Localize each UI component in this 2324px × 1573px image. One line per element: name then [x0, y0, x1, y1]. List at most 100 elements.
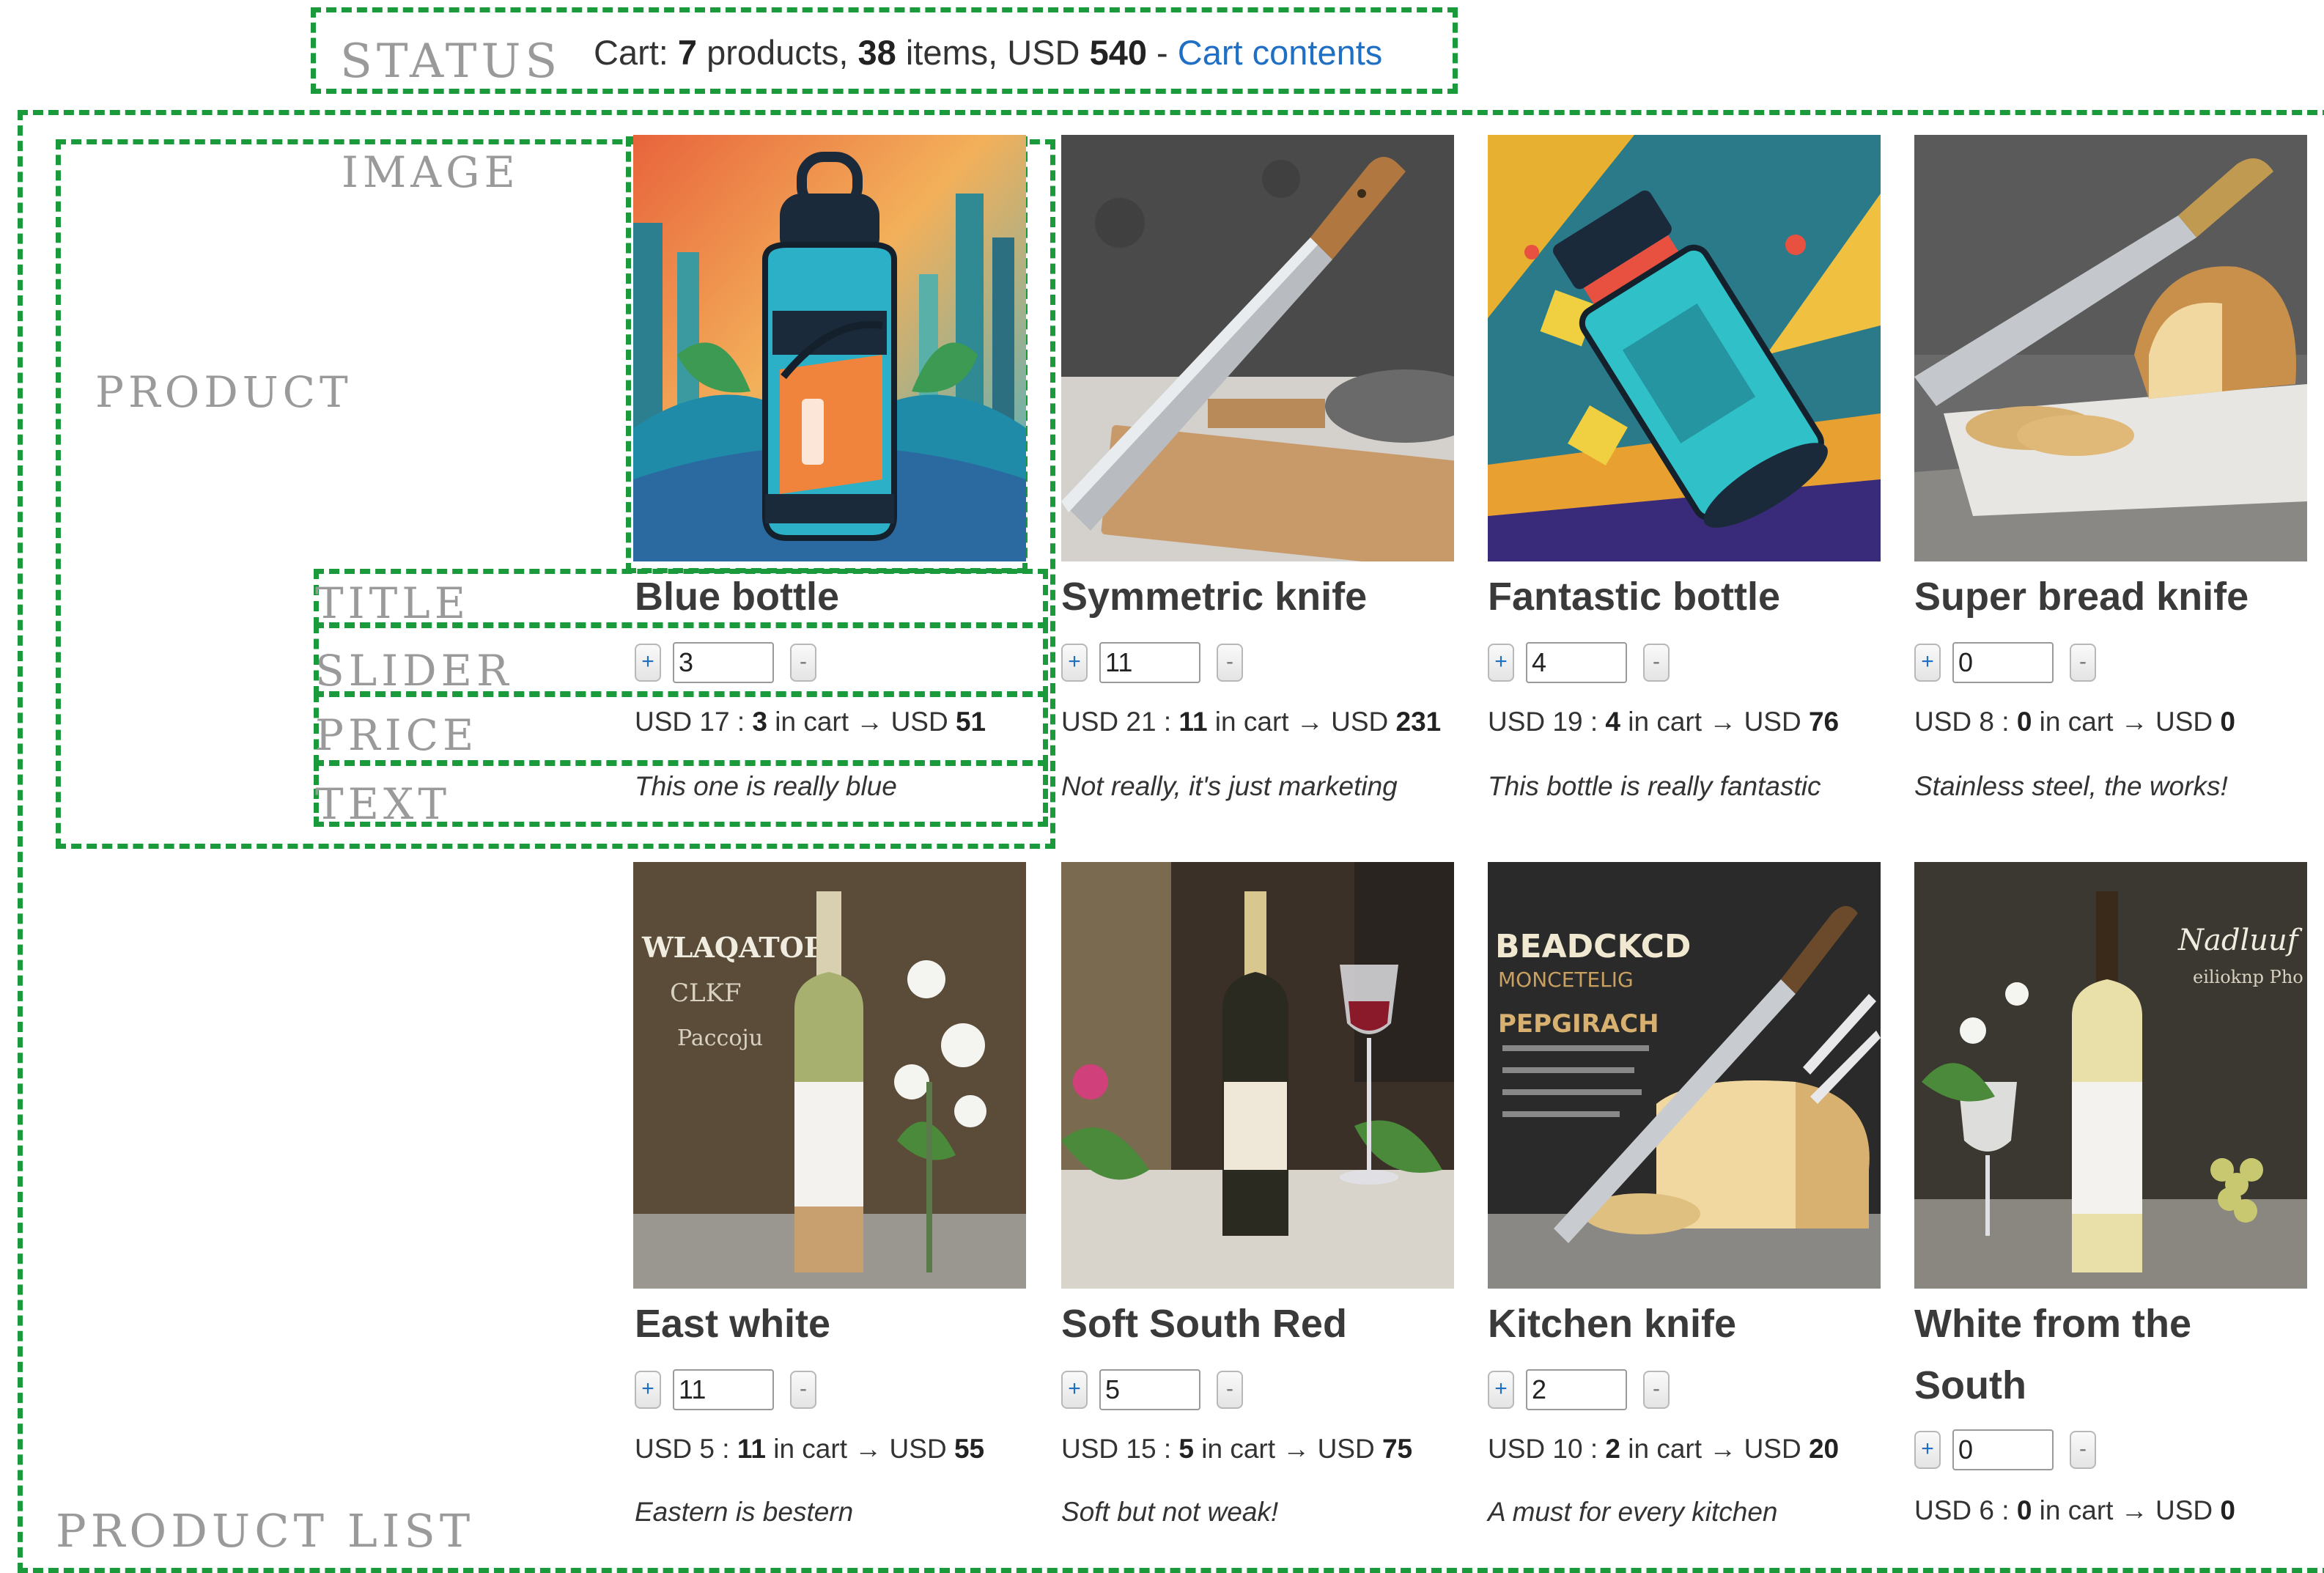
quantity-stepper: + 11 - — [635, 1368, 816, 1412]
unit-price: USD 5 : — [635, 1434, 737, 1464]
price-label: PRICE — [315, 710, 479, 760]
in-cart-count: 3 — [752, 707, 767, 737]
unit-price: USD 10 : — [1488, 1434, 1606, 1464]
status-items-label: items, USD — [896, 33, 1090, 72]
status-total: 540 — [1089, 33, 1147, 72]
increase-quantity-button[interactable]: + — [635, 1371, 661, 1409]
decrease-quantity-button[interactable]: - — [790, 644, 816, 682]
product-image: Nadluuf eilioknp Pho — [1914, 862, 2307, 1289]
quantity-stepper: + 11 - — [1061, 641, 1243, 685]
quantity-stepper: + 2 - — [1488, 1368, 1670, 1412]
product-description: Eastern is bestern — [635, 1497, 854, 1527]
unit-price: USD 21 : — [1061, 707, 1179, 737]
decrease-quantity-button[interactable]: - — [2070, 1431, 2096, 1469]
decrease-quantity-button[interactable]: - — [1217, 644, 1243, 682]
product-image: WLAQATOP CLKF Paccoju — [633, 862, 1026, 1289]
in-cart-count: 5 — [1178, 1434, 1194, 1464]
unit-price: USD 15 : — [1061, 1434, 1179, 1464]
cart-status: Cart: 7 products, 38 items, USD 540 - Ca… — [594, 32, 1382, 73]
product-description: Not really, it's just marketing — [1061, 771, 1398, 801]
kitchen-poster-text-2: MONCETELIG — [1498, 968, 1634, 992]
cart-contents-link[interactable]: Cart contents — [1178, 33, 1383, 72]
quantity-input[interactable]: 0 — [1952, 1429, 2054, 1470]
quantity-stepper: + 0 - — [1914, 641, 2096, 685]
quantity-stepper: + 3 - — [635, 641, 816, 685]
product-title: White from the South — [1914, 1293, 2191, 1416]
status-prefix: Cart: — [594, 33, 678, 72]
product-title-line-2: South — [1914, 1363, 2026, 1407]
status-separator: - — [1146, 33, 1178, 72]
in-cart-label: in cart → USD — [1620, 1434, 1809, 1464]
quantity-stepper: + 0 - — [1914, 1428, 2096, 1472]
product-title: Fantastic bottle — [1488, 575, 1781, 619]
product-image — [1061, 862, 1454, 1289]
line-total: 76 — [1808, 707, 1840, 737]
product-label: PRODUCT — [95, 367, 353, 417]
price-line: USD 10 : 2 in cart → USD 20 — [1488, 1434, 1839, 1465]
in-cart-label: in cart → USD — [1207, 707, 1396, 737]
price-line: USD 17 : 3 in cart → USD 51 — [635, 707, 986, 737]
status-products-count: 7 — [677, 33, 698, 72]
white-south-poster-text-2: eilioknp Pho — [2193, 967, 2303, 987]
kitchen-poster-text-3: PEPGIRACH — [1498, 1009, 1659, 1039]
image-label: IMAGE — [342, 147, 520, 197]
quantity-input[interactable]: 0 — [1952, 642, 2054, 683]
increase-quantity-button[interactable]: + — [1061, 644, 1088, 682]
kitchen-poster-text-1: BEADCKCD — [1495, 928, 1691, 965]
product-title: Super bread knife — [1914, 575, 2249, 619]
decrease-quantity-button[interactable]: - — [1643, 1371, 1670, 1409]
in-cart-label: in cart → USD — [1193, 1434, 1382, 1464]
status-products-label: products, — [697, 33, 858, 72]
quantity-input[interactable]: 4 — [1526, 642, 1627, 683]
slider-label: SLIDER — [315, 646, 513, 696]
decrease-quantity-button[interactable]: - — [790, 1371, 816, 1409]
product-image — [1914, 135, 2307, 561]
product-image: BEADCKCD MONCETELIG PEPGIRACH — [1488, 862, 1881, 1289]
status-items-count: 38 — [857, 33, 896, 72]
price-line: USD 8 : 0 in cart → USD 0 — [1914, 707, 2235, 737]
product-description: This bottle is really fantastic — [1488, 771, 1821, 801]
product-description: Soft but not weak! — [1061, 1497, 1279, 1527]
increase-quantity-button[interactable]: + — [1914, 1431, 1941, 1469]
product-description: This one is really blue — [635, 771, 897, 801]
price-line: USD 21 : 11 in cart → USD 231 — [1061, 707, 1441, 737]
in-cart-count: 0 — [2016, 1495, 2032, 1525]
line-total: 231 — [1395, 707, 1442, 737]
increase-quantity-button[interactable]: + — [1914, 644, 1941, 682]
in-cart-count: 2 — [1605, 1434, 1620, 1464]
east-white-poster-text-1: WLAQATOP — [641, 931, 825, 964]
quantity-input[interactable]: 2 — [1526, 1369, 1627, 1410]
in-cart-label: in cart → USD — [2032, 1495, 2221, 1525]
quantity-input[interactable]: 11 — [1099, 642, 1200, 683]
quantity-input[interactable]: 5 — [1099, 1369, 1200, 1410]
in-cart-count: 4 — [1605, 707, 1620, 737]
price-line: USD 15 : 5 in cart → USD 75 — [1061, 1434, 1412, 1465]
unit-price: USD 6 : — [1914, 1495, 2017, 1525]
decrease-quantity-button[interactable]: - — [2070, 644, 2096, 682]
line-total: 51 — [955, 707, 986, 737]
increase-quantity-button[interactable]: + — [635, 644, 661, 682]
status-label: STATUS — [340, 34, 562, 89]
in-cart-label: in cart → USD — [1620, 707, 1809, 737]
product-image — [1488, 135, 1881, 561]
decrease-quantity-button[interactable]: - — [1643, 644, 1670, 682]
product-title: Soft South Red — [1061, 1302, 1347, 1346]
line-total: 75 — [1382, 1434, 1413, 1464]
line-total: 55 — [953, 1434, 985, 1464]
decrease-quantity-button[interactable]: - — [1217, 1371, 1243, 1409]
unit-price: USD 19 : — [1488, 707, 1606, 737]
increase-quantity-button[interactable]: + — [1488, 644, 1514, 682]
price-line: USD 5 : 11 in cart → USD 55 — [635, 1434, 984, 1465]
price-line: USD 19 : 4 in cart → USD 76 — [1488, 707, 1839, 737]
in-cart-count: 11 — [1178, 707, 1208, 737]
text-label: TEXT — [315, 779, 451, 829]
increase-quantity-button[interactable]: + — [1061, 1371, 1088, 1409]
product-description: Stainless steel, the works! — [1914, 771, 2228, 801]
price-line: USD 6 : 0 in cart → USD 0 — [1914, 1495, 2235, 1526]
quantity-input[interactable]: 3 — [673, 642, 774, 683]
increase-quantity-button[interactable]: + — [1488, 1371, 1514, 1409]
east-white-poster-text-2: CLKF — [670, 979, 742, 1008]
quantity-stepper: + 5 - — [1061, 1368, 1243, 1412]
white-south-poster-text-1: Nadluuf — [2177, 924, 2303, 957]
quantity-input[interactable]: 11 — [673, 1369, 774, 1410]
